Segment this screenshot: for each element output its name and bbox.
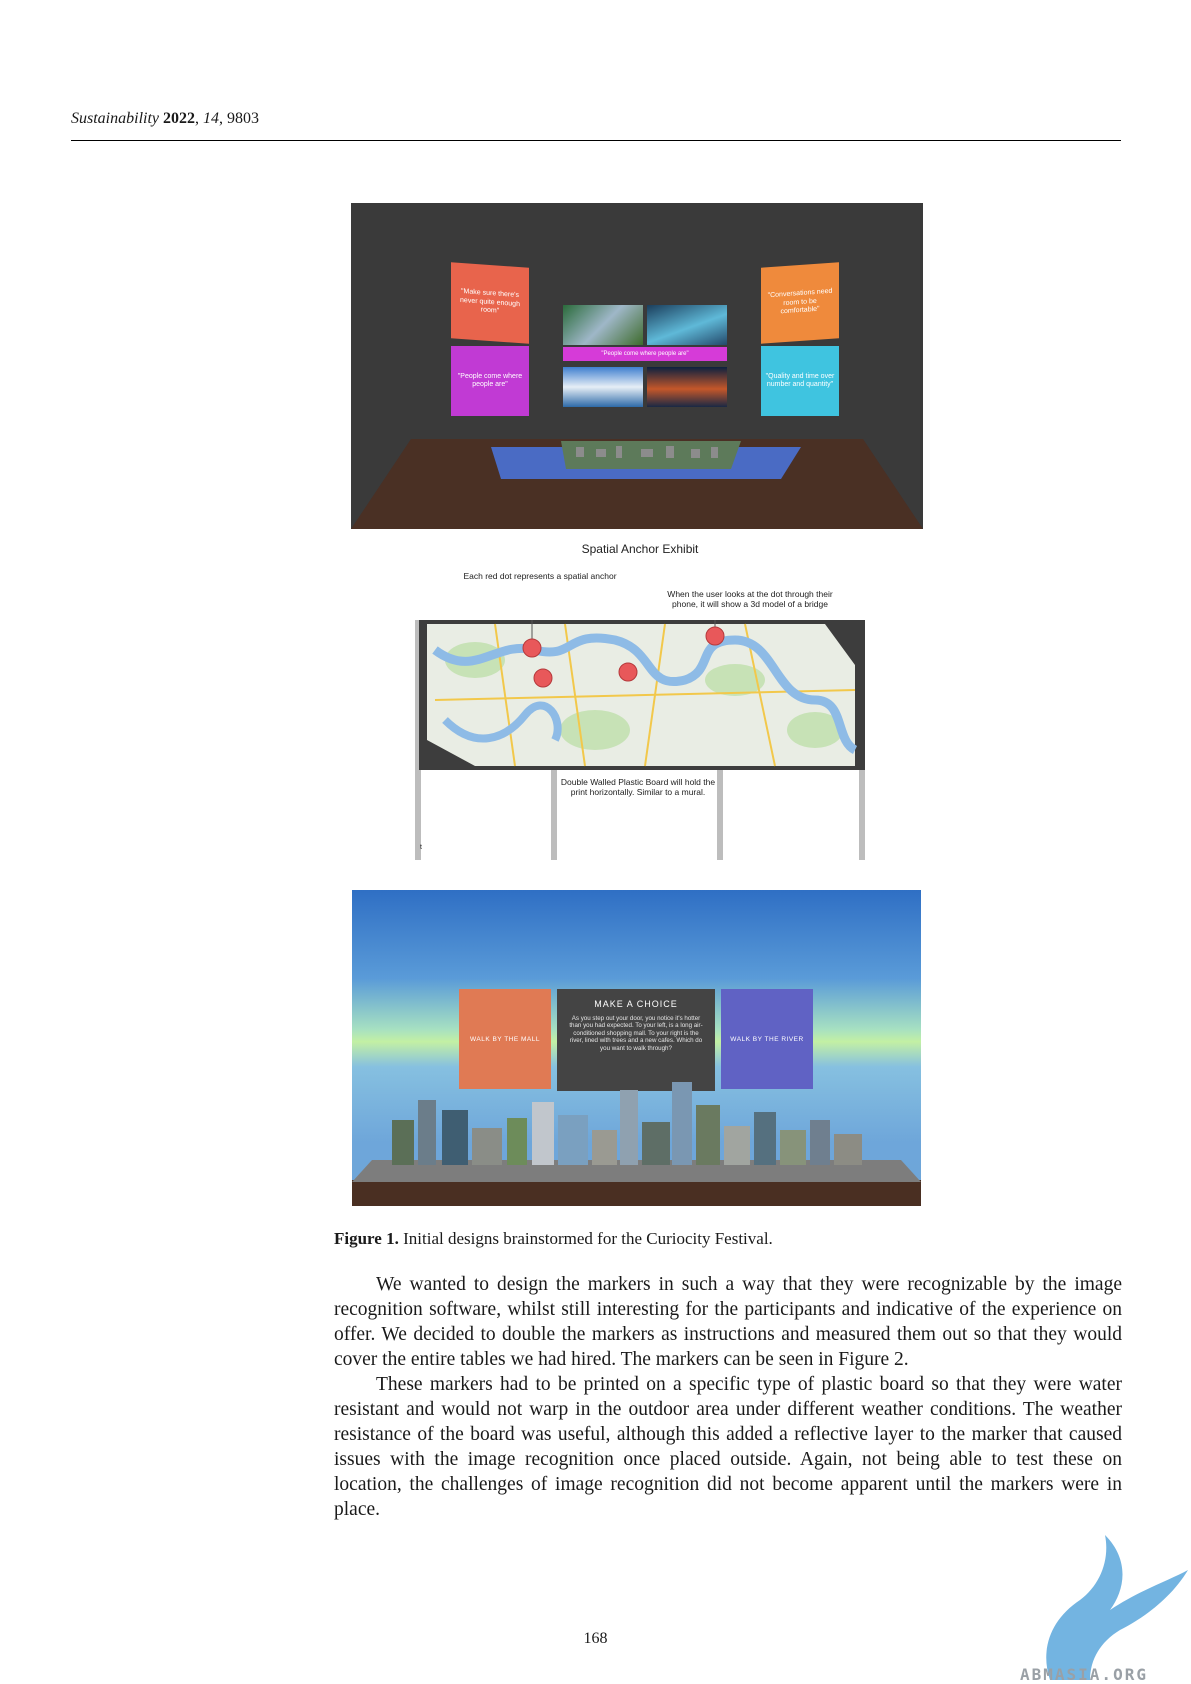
watermark-logo — [1046, 1535, 1188, 1680]
quote-banner: "People come where people are" — [563, 347, 727, 361]
photo-bridge-night — [647, 367, 727, 407]
spatial-anchor-dot-4 — [705, 626, 725, 646]
running-header: Sustainability 2022, 14, 9803 — [71, 110, 259, 127]
post-marker: t — [420, 844, 422, 851]
paragraph-2: These markers had to be printed on a spe… — [334, 1374, 1122, 1520]
article-number: 9803 — [227, 110, 259, 127]
room-floor-table — [351, 439, 923, 529]
caption-label: Figure 1. — [334, 1229, 399, 1248]
city-model — [352, 1082, 921, 1206]
note-user-looks: When the user looks at the dot through t… — [667, 589, 833, 610]
photo-ice-cave — [647, 305, 727, 345]
spatial-anchor-dot-1 — [522, 638, 542, 658]
map-board-diagram — [415, 620, 865, 860]
note-red-dot: Each red dot represents a spatial anchor — [463, 571, 617, 581]
spatial-anchor-dot-2 — [533, 668, 553, 688]
journal-volume: 14 — [203, 110, 219, 127]
quote-card-top-left: "Make sure there's never quite enough ro… — [451, 262, 529, 344]
quote-card-bottom-right: "Quality and time over number and quanti… — [761, 346, 839, 416]
figure1-panel-vr-room: "Make sure there's never quite enough ro… — [351, 203, 923, 529]
diagram-title: Spatial Anchor Exhibit — [581, 542, 699, 556]
spatial-anchor-dot-3 — [618, 662, 638, 682]
caption-text: Initial designs brainstormed for the Cur… — [403, 1229, 773, 1248]
quote-card-top-right: "Conversations need room to be comfortab… — [761, 262, 839, 344]
paragraph-1: We wanted to design the markers in such … — [334, 1274, 1122, 1370]
figure1-panel-city-choice: WALK BY THE MALL MAKE A CHOICE As you st… — [352, 890, 921, 1206]
watermark-text: ABMASIA.ORG — [1020, 1665, 1148, 1684]
photo-mountain — [563, 367, 643, 407]
body-text: We wanted to design the markers in such … — [334, 1272, 1122, 1522]
figure-caption: Figure 1. Initial designs brainstormed f… — [334, 1229, 773, 1249]
note-board: Double Walled Plastic Board will hold th… — [560, 777, 716, 798]
quote-card-bottom-left: "People come where people are" — [451, 346, 529, 416]
header-rule — [71, 140, 1121, 141]
photo-waterfall — [563, 305, 643, 345]
journal-year: 2022 — [163, 110, 195, 127]
journal-name: Sustainability — [71, 110, 159, 127]
